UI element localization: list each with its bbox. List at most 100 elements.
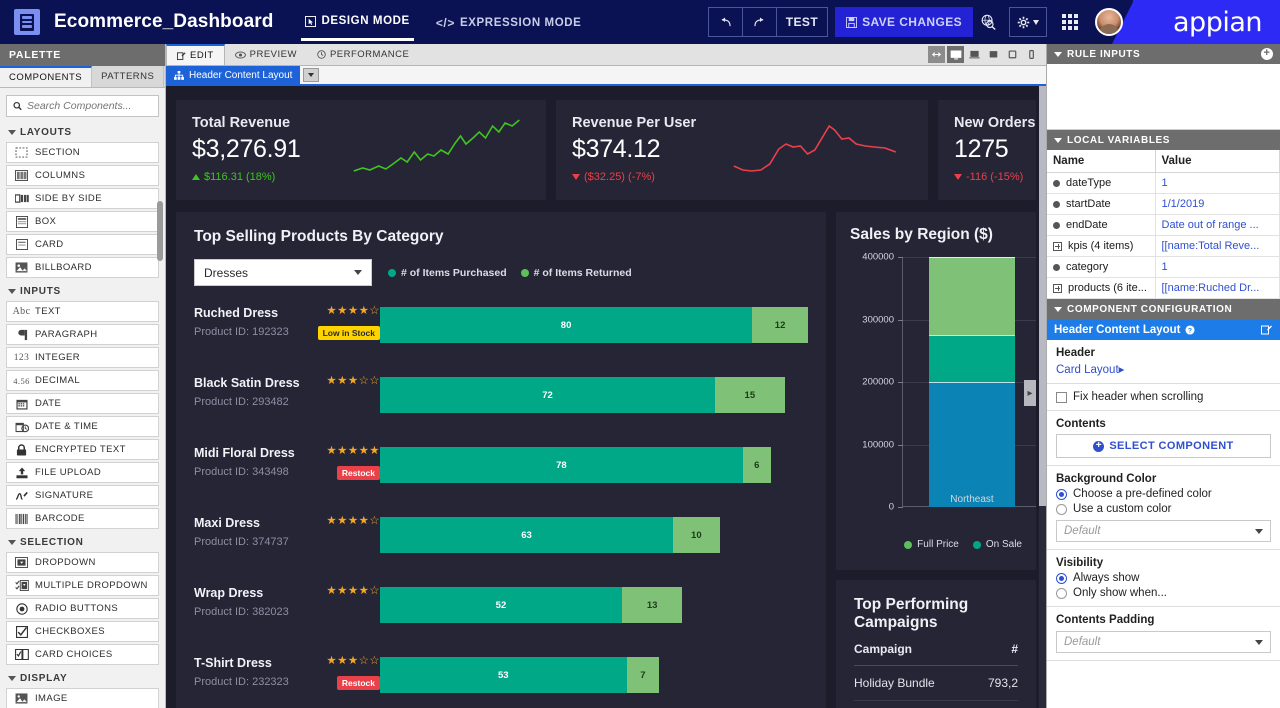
- product-row[interactable]: T-Shirt DressProduct ID: 232323★★★☆☆Rest…: [194, 656, 808, 708]
- palette-item-card[interactable]: CARD: [6, 234, 159, 255]
- palette-item-file-upload[interactable]: FILE UPLOAD: [6, 462, 159, 483]
- table-row[interactable]: Holiday Bundle793,2: [854, 666, 1018, 701]
- component-configuration-header[interactable]: COMPONENT CONFIGURATION: [1047, 299, 1280, 319]
- product-row[interactable]: Midi Floral DressProduct ID: 343498★★★★★…: [194, 446, 808, 500]
- laptop-icon[interactable]: [966, 46, 983, 63]
- palette-item-card-choices[interactable]: CARD CHOICES: [6, 644, 159, 665]
- table-row[interactable]: endDateDate out of range ...: [1047, 215, 1280, 236]
- table-row[interactable]: Free Gift with Purchase44,9: [854, 701, 1018, 708]
- test-button[interactable]: TEST: [776, 7, 828, 37]
- palette-item-side-by-side[interactable]: SIDE BY SIDE: [6, 188, 159, 209]
- palette-group-layouts[interactable]: LAYOUTS: [6, 121, 159, 142]
- table-row[interactable]: startDate1/1/2019: [1047, 194, 1280, 215]
- tab-edit[interactable]: EDIT: [166, 44, 225, 65]
- radio-custom-color[interactable]: Use a custom color: [1056, 503, 1271, 515]
- chart-next-button[interactable]: ▸: [1024, 380, 1036, 406]
- config-link-card-layout[interactable]: Card Layout▸: [1056, 362, 1271, 376]
- palette-item-billboard[interactable]: BILLBOARD: [6, 257, 159, 278]
- palette-item-multiple-dropdown[interactable]: MULTIPLE DROPDOWN: [6, 575, 159, 596]
- appian-designer-logo-icon[interactable]: [14, 9, 40, 35]
- kpi-card-total-revenue[interactable]: Total Revenue $3,276.91 $116.31 (18%): [176, 100, 546, 200]
- palette-item-radio-buttons[interactable]: RADIO BUTTONS: [6, 598, 159, 619]
- palette-group-display[interactable]: DISPLAY: [6, 667, 159, 688]
- tab-patterns[interactable]: PATTERNS: [92, 66, 164, 87]
- settings-menu-button[interactable]: [1009, 7, 1047, 37]
- palette-item-columns[interactable]: COLUMNS: [6, 165, 159, 186]
- plus-circle-icon[interactable]: +: [1261, 48, 1273, 60]
- tab-performance[interactable]: PERFORMANCE: [307, 44, 419, 65]
- design-canvas[interactable]: Total Revenue $3,276.91 $116.31 (18%): [166, 86, 1046, 708]
- table-row[interactable]: products (6 ite...[[name:Ruched Dr...: [1047, 278, 1280, 299]
- column-header-count[interactable]: #: [986, 642, 1018, 666]
- expand-icon[interactable]: [1053, 242, 1062, 251]
- bar-segment-full-price[interactable]: [929, 257, 1015, 335]
- table-row[interactable]: kpis (4 items)[[name:Total Reve...: [1047, 236, 1280, 257]
- tab-preview[interactable]: PREVIEW: [225, 44, 307, 65]
- palette-item-box[interactable]: BOX: [6, 211, 159, 232]
- undo-button[interactable]: [708, 7, 743, 37]
- product-row[interactable]: Ruched DressProduct ID: 192323★★★★☆Low i…: [194, 306, 808, 360]
- palette-item-barcode[interactable]: BARCODE: [6, 508, 159, 529]
- avatar[interactable]: [1095, 8, 1123, 36]
- search-input[interactable]: [27, 100, 152, 112]
- palette-scrollbar[interactable]: [157, 201, 163, 261]
- palette-item-text[interactable]: AbcTEXT: [6, 301, 159, 322]
- kpi-card-revenue-per-user[interactable]: Revenue Per User $374.12 ($32.25) (-7%): [556, 100, 928, 200]
- tab-expression-mode[interactable]: </> EXPRESSION MODE: [432, 4, 586, 41]
- palette-item-signature[interactable]: SIGNATURE: [6, 485, 159, 506]
- product-row[interactable]: Maxi DressProduct ID: 374737★★★★☆6310: [194, 516, 808, 570]
- palette-item-checkboxes[interactable]: CHECKBOXES: [6, 621, 159, 642]
- apps-grid-button[interactable]: [1055, 7, 1085, 37]
- palette-item-date[interactable]: DATE: [6, 393, 159, 414]
- contents-padding-select[interactable]: Default: [1056, 631, 1271, 653]
- palette-item-encrypted-text[interactable]: ENCRYPTED TEXT: [6, 439, 159, 460]
- breadcrumb-item-header-content-layout[interactable]: Header Content Layout: [166, 66, 300, 84]
- radio-always-show[interactable]: Always show: [1056, 572, 1271, 584]
- select-component-button[interactable]: + SELECT COMPONENT: [1056, 434, 1271, 458]
- tablet-portrait-icon[interactable]: [1004, 46, 1021, 63]
- edit-pencil-icon[interactable]: [1261, 324, 1273, 335]
- column-header-campaign[interactable]: Campaign: [854, 642, 986, 666]
- palette-group-inputs[interactable]: INPUTS: [6, 280, 159, 301]
- kpi-card-new-orders[interactable]: New Orders 1275 -116 (-15%): [938, 100, 1036, 200]
- rule-inputs-header[interactable]: RULE INPUTS +: [1047, 44, 1280, 64]
- help-circle-icon[interactable]: ?: [1185, 325, 1195, 335]
- local-variables-header[interactable]: LOCAL VARIABLES: [1047, 130, 1280, 150]
- stacked-bar-northeast[interactable]: [929, 257, 1015, 507]
- palette-item-integer[interactable]: 123INTEGER: [6, 347, 159, 368]
- canvas-scrollbar[interactable]: [1039, 86, 1046, 708]
- palette-item-section[interactable]: SECTION: [6, 142, 159, 163]
- expand-icon[interactable]: [1053, 284, 1062, 293]
- bar-segment-discounted[interactable]: [929, 382, 1015, 507]
- tab-components[interactable]: COMPONENTS: [0, 66, 92, 87]
- fit-width-icon[interactable]: [928, 46, 945, 63]
- sales-by-region-chart[interactable]: 0100000200000300000400000NortheastSouthe…: [850, 257, 1036, 529]
- palette-item-date-time[interactable]: DATE & TIME: [6, 416, 159, 437]
- search-box[interactable]: [6, 95, 159, 117]
- palette-item-dropdown[interactable]: DROPDOWN: [6, 552, 159, 573]
- table-row[interactable]: dateType1: [1047, 173, 1280, 194]
- palette-item-decimal[interactable]: 4.56DECIMAL: [6, 370, 159, 391]
- palette-item-list[interactable]: LAYOUTSSECTIONCOLUMNSSIDE BY SIDEBOXCARD…: [0, 121, 165, 708]
- breadcrumb-dropdown-button[interactable]: [303, 68, 319, 82]
- checkbox-icon[interactable]: [1056, 392, 1067, 403]
- bar-segment-on-sale[interactable]: [929, 335, 1015, 382]
- product-row[interactable]: Wrap DressProduct ID: 382023★★★★☆5213: [194, 586, 808, 640]
- phone-icon[interactable]: [1023, 46, 1040, 63]
- fix-header-checkbox-row[interactable]: Fix header when scrolling: [1056, 391, 1271, 403]
- table-row[interactable]: category1: [1047, 257, 1280, 278]
- product-row[interactable]: Black Satin DressProduct ID: 293482★★★☆☆…: [194, 376, 808, 430]
- palette-item-paragraph[interactable]: PARAGRAPH: [6, 324, 159, 345]
- radio-predefined-color[interactable]: Choose a pre-defined color: [1056, 488, 1271, 500]
- palette-group-selection[interactable]: SELECTION: [6, 531, 159, 552]
- background-color-select[interactable]: Default: [1056, 520, 1271, 542]
- tab-design-mode[interactable]: DESIGN MODE: [301, 3, 413, 41]
- radio-only-show-when[interactable]: Only show when...: [1056, 587, 1271, 599]
- selected-component-title[interactable]: Header Content Layout ?: [1047, 319, 1280, 340]
- category-dropdown[interactable]: Dresses: [194, 259, 372, 286]
- redo-button[interactable]: [742, 7, 777, 37]
- tablet-landscape-icon[interactable]: [985, 46, 1002, 63]
- save-changes-button[interactable]: SAVE CHANGES: [835, 7, 973, 37]
- search-globe-button[interactable]: [973, 7, 1003, 37]
- palette-item-image[interactable]: IMAGE: [6, 688, 159, 708]
